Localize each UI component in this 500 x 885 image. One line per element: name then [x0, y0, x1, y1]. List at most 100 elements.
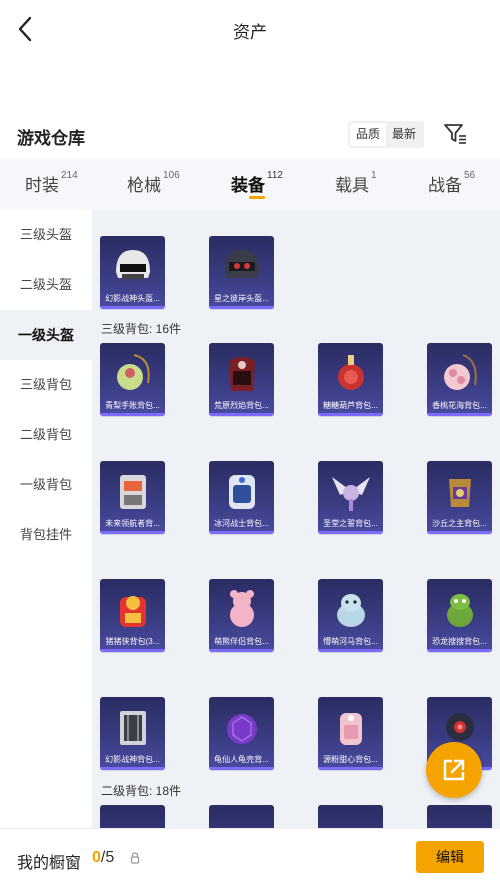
backpack-icon — [340, 713, 362, 745]
sidebar-item-level3-backpack[interactable]: 三级背包 — [0, 360, 92, 410]
warehouse-header: 游戏仓库 品质 最新 — [0, 118, 500, 154]
sidebar-item-level2-backpack[interactable]: 二级背包 — [0, 410, 92, 460]
tab-label: 装备 — [231, 176, 265, 195]
top-bar: 资产 — [0, 0, 500, 58]
item-name: 未来领航者背... — [105, 519, 160, 528]
tab-label: 枪械 — [127, 176, 161, 195]
tab-count: 1 — [371, 170, 377, 181]
item-card[interactable] — [318, 805, 383, 830]
item-name: 懵萌河马背包... — [323, 637, 378, 646]
item-grid: 幻影战神头盔... 星之彼岸头盔... 三级背包: 16件 青梨手账背包... … — [92, 210, 500, 830]
tab-fashion[interactable]: 时装214 — [25, 170, 78, 196]
sidebar-item-backpack-charm[interactable]: 背包挂件 — [0, 510, 92, 560]
section-label-level2-backpack: 二级背包: 18件 — [101, 784, 182, 798]
tab-equipment[interactable]: 装备112 — [231, 170, 283, 196]
item-card[interactable] — [427, 805, 492, 830]
item-card[interactable]: 恐龙搜搜背包... — [427, 579, 492, 652]
item-card[interactable]: 懵萌河马背包... — [318, 579, 383, 652]
tab-supplies[interactable]: 战备56 — [428, 170, 476, 196]
sidebar-item-level2-helmet[interactable]: 二级头盔 — [0, 260, 92, 310]
sort-toggle: 品质 最新 — [348, 121, 425, 148]
item-card[interactable]: 冰河战士背包... — [209, 461, 274, 534]
sidebar-item-level3-helmet[interactable]: 三级头盔 — [0, 210, 92, 260]
filter-button[interactable] — [442, 121, 468, 147]
sidebar-item-level1-backpack[interactable]: 一级背包 — [0, 460, 92, 510]
tab-label: 载具 — [335, 176, 369, 195]
tab-count: 56 — [464, 170, 476, 181]
item-card[interactable] — [209, 805, 274, 830]
item-name: 香桃花海背包... — [432, 401, 487, 410]
showcase-current: 0 — [92, 849, 101, 866]
sort-quality-button[interactable]: 品质 — [350, 123, 387, 146]
item-card[interactable]: 香桃花海背包... — [427, 343, 492, 416]
item-name: 沙丘之主背包... — [432, 519, 487, 528]
item-card[interactable]: 糖糖葫芦背包... — [318, 343, 383, 416]
item-card[interactable]: 青梨手账背包... — [100, 343, 165, 416]
item-name: 荒原烈焰背包... — [214, 401, 269, 410]
sort-newest-button[interactable]: 最新 — [386, 123, 422, 146]
backpack-icon — [444, 354, 477, 390]
item-card[interactable]: 萌熊伴侣背包... — [209, 579, 274, 652]
tab-guns[interactable]: 枪械106 — [127, 170, 180, 196]
backpack-icon — [230, 590, 254, 627]
item-card[interactable]: 幻影战神背包... — [100, 697, 165, 770]
item-card[interactable] — [100, 805, 165, 830]
category-tabs: 时装214 枪械106 装备112 载具1 战备56 — [0, 158, 500, 210]
showcase-label: 我的橱窗 — [17, 855, 82, 872]
tab-count: 112 — [267, 170, 283, 181]
item-name: 源粉甜心背包... — [323, 755, 378, 764]
active-tab-indicator — [249, 196, 265, 199]
item-name: 青梨手账背包... — [105, 401, 160, 410]
item-card[interactable]: 源粉甜心背包... — [318, 697, 383, 770]
backpack-icon — [120, 475, 146, 509]
item-name: 幻影战神头盔... — [105, 294, 160, 303]
lock-icon — [130, 852, 140, 864]
item-card[interactable]: 幻影战神头盔... — [100, 236, 165, 309]
showcase-total: /5 — [100, 849, 115, 866]
item-name: 萌熊伴侣背包... — [214, 637, 269, 646]
item-name: 糖糖葫芦背包... — [323, 401, 378, 410]
bottom-bar: 我的橱窗 0/5 编辑 — [0, 828, 500, 885]
showcase-count: 0/5 — [92, 849, 114, 867]
item-card[interactable]: 圣堂之誓背包... — [318, 461, 383, 534]
item-name: 猪猪侠背包(3... — [105, 637, 160, 646]
tab-vehicles[interactable]: 载具1 — [335, 170, 377, 196]
backpack-icon — [229, 475, 255, 509]
filter-icon — [444, 124, 466, 144]
item-name: 龟仙人龟壳背... — [214, 755, 269, 764]
share-external-icon — [443, 759, 465, 781]
tab-label: 战备 — [428, 176, 462, 195]
backpack-icon — [332, 477, 370, 511]
backpack-icon — [229, 357, 255, 391]
helmet-icon — [225, 250, 259, 278]
section-label-level3-backpack: 三级背包: 16件 — [101, 322, 182, 336]
sidebar: 三级头盔 二级头盔 一级头盔 三级背包 二级背包 一级背包 背包挂件 — [0, 210, 92, 830]
backpack-icon — [447, 594, 473, 627]
item-card[interactable]: 未来领航者背... — [100, 461, 165, 534]
backpack-icon — [449, 479, 471, 507]
backpack-icon — [120, 596, 146, 627]
item-card[interactable]: 龟仙人龟壳背... — [209, 697, 274, 770]
backpack-icon — [120, 711, 146, 745]
backpack-icon — [227, 714, 257, 744]
tab-count: 214 — [61, 170, 78, 181]
item-card[interactable]: 荒原烈焰背包... — [209, 343, 274, 416]
sidebar-item-level1-helmet[interactable]: 一级头盔 — [0, 310, 92, 360]
backpack-icon — [338, 355, 364, 390]
item-name: 恐龙搜搜背包... — [432, 637, 487, 646]
item-card[interactable]: 星之彼岸头盔... — [209, 236, 274, 309]
tab-count: 106 — [163, 170, 180, 181]
edit-button[interactable]: 编辑 — [416, 841, 484, 873]
item-name: 幻影战神背包... — [105, 755, 160, 764]
item-card[interactable]: 沙丘之主背包... — [427, 461, 492, 534]
item-name: 圣堂之誓背包... — [323, 519, 378, 528]
warehouse-title: 游戏仓库 — [17, 129, 85, 148]
tab-label: 时装 — [25, 176, 59, 195]
item-name: 冰河战士背包... — [214, 519, 269, 528]
backpack-icon — [337, 594, 365, 627]
helmet-icon — [116, 250, 150, 279]
page-title: 资产 — [233, 23, 267, 42]
share-button[interactable] — [426, 742, 482, 798]
item-card[interactable]: 猪猪侠背包(3... — [100, 579, 165, 652]
item-name: 星之彼岸头盔... — [214, 294, 269, 303]
